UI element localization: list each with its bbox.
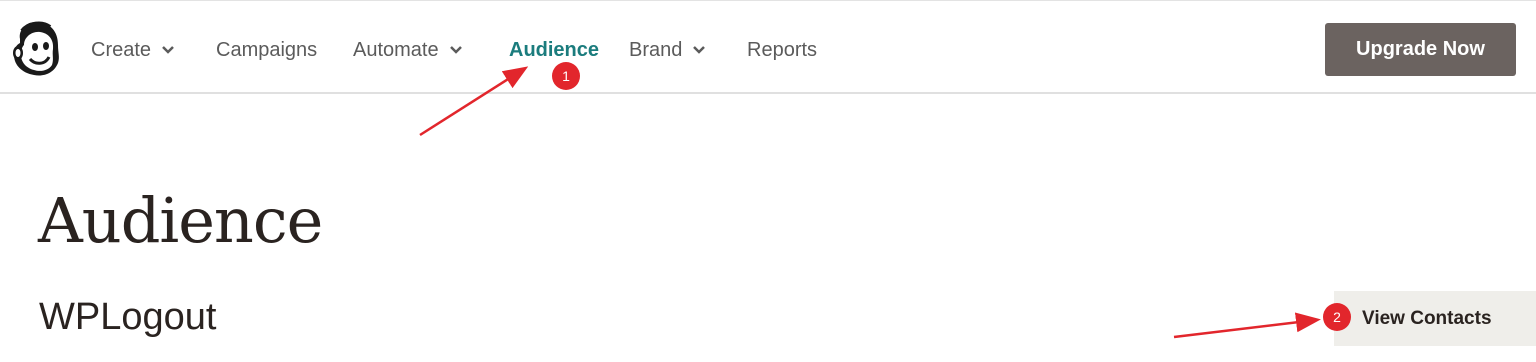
- nav-audience-label: Audience: [509, 39, 600, 61]
- nav-automate[interactable]: Automate: [353, 37, 463, 63]
- nav-reports-label: Reports: [747, 39, 818, 61]
- nav-campaigns-label: Campaigns: [216, 39, 318, 61]
- nav-create-label: Create: [91, 39, 152, 61]
- chevron-down-icon: [162, 46, 174, 54]
- chevron-down-icon: [693, 46, 706, 54]
- nav-brand-label: Brand: [629, 39, 683, 61]
- nav-campaigns[interactable]: Campaigns: [216, 37, 317, 63]
- nav-audience[interactable]: Audience: [509, 37, 599, 63]
- annotation-badge-2: 2: [1323, 303, 1351, 331]
- audience-name: WPLogout: [39, 296, 217, 338]
- nav-create[interactable]: Create: [91, 37, 175, 63]
- page-title: Audience: [38, 184, 323, 257]
- app-window: Create Campaigns Automate Audience Brand…: [0, 0, 1536, 362]
- annotation-badge-1: 1: [552, 62, 580, 90]
- chevron-down-icon: [449, 46, 462, 54]
- nav-reports[interactable]: Reports: [747, 37, 817, 63]
- view-contacts-button[interactable]: View Contacts: [1334, 291, 1536, 346]
- nav-automate-label: Automate: [353, 39, 439, 61]
- top-navigation-bar: Create Campaigns Automate Audience Brand…: [0, 1, 1536, 94]
- upgrade-now-button[interactable]: Upgrade Now: [1325, 23, 1516, 76]
- nav-brand[interactable]: Brand: [629, 37, 706, 63]
- mailchimp-logo-icon[interactable]: [8, 19, 64, 79]
- annotation-arrow-2: [1173, 312, 1321, 339]
